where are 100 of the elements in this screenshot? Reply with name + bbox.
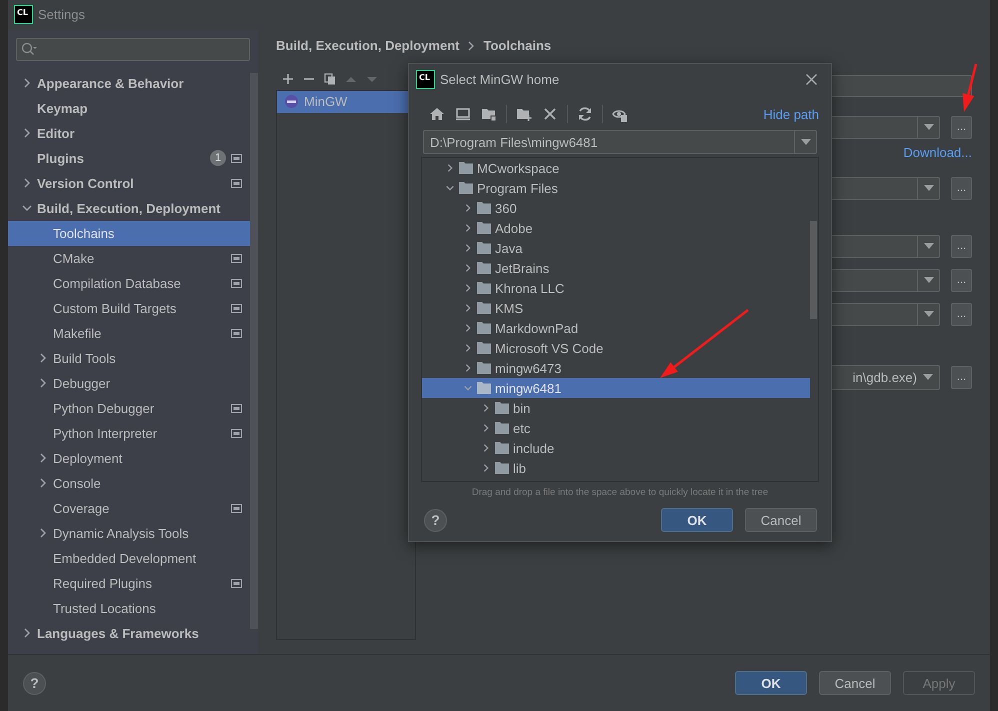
tree-item[interactable]: JetBrains [422, 258, 810, 278]
sidebar-item[interactable]: Languages & Frameworks [8, 620, 250, 646]
folder-icon[interactable] [481, 106, 497, 122]
chevron-right-icon[interactable] [463, 363, 473, 373]
chevron-right-icon[interactable] [463, 323, 473, 333]
tree-item[interactable]: 360 [422, 198, 810, 218]
dropdown-arrow-icon[interactable] [924, 185, 934, 192]
refresh-icon[interactable] [577, 106, 593, 122]
search-field[interactable] [16, 38, 250, 61]
sidebar-item[interactable]: Toolchains [8, 220, 250, 246]
tree-item[interactable]: Khrona LLC [422, 278, 810, 298]
scrollbar[interactable] [810, 221, 817, 319]
tree-item[interactable]: MarkdownPad [422, 318, 810, 338]
browse-button[interactable]: ... [951, 268, 972, 292]
ok-button[interactable]: OK [735, 671, 807, 696]
chevron-right-icon[interactable] [481, 423, 491, 433]
dropdown-arrow-icon[interactable] [800, 139, 810, 145]
breadcrumb-item[interactable]: Build, Execution, Deployment [276, 38, 460, 54]
folder-icon [495, 402, 509, 414]
sidebar-item[interactable]: Trusted Locations [8, 596, 250, 621]
tree-item[interactable]: include [422, 438, 810, 458]
sidebar-item[interactable]: Plugins 1 [8, 146, 250, 171]
copy-icon[interactable] [324, 72, 336, 85]
dropdown-arrow-icon[interactable] [924, 243, 934, 250]
sidebar-item[interactable]: Debugger [8, 370, 250, 396]
sidebar-item[interactable]: Python Interpreter [8, 420, 250, 446]
dialog-button[interactable]: Cancel [819, 671, 891, 696]
chevron-right-icon[interactable] [481, 403, 491, 413]
sidebar-item[interactable]: Python Debugger [8, 396, 250, 421]
home-icon[interactable] [429, 106, 445, 122]
browse-button[interactable]: ... [951, 176, 972, 200]
chevron-right-icon[interactable] [463, 223, 473, 233]
folder-icon [477, 362, 491, 374]
chevron-right-icon[interactable] [445, 163, 455, 173]
tree-item[interactable]: Microsoft VS Code [422, 338, 810, 358]
chevron-right-icon[interactable] [463, 243, 473, 253]
chevron-right-icon[interactable] [463, 343, 473, 353]
chevron-down-icon[interactable] [445, 183, 455, 193]
sidebar-item[interactable]: Dynamic Analysis Tools [8, 520, 250, 546]
dialog-title: Select MinGW home [440, 72, 560, 86]
chevron-right-icon[interactable] [463, 303, 473, 313]
scrollbar[interactable] [250, 72, 258, 630]
sidebar-item[interactable]: Console [8, 470, 250, 496]
tree-item[interactable]: mingw6481 [422, 378, 810, 398]
help-button[interactable]: ? [23, 672, 46, 695]
folder-icon [477, 322, 491, 334]
sidebar-item[interactable]: Makefile [8, 320, 250, 346]
window-title: Settings [38, 7, 85, 22]
path-field[interactable]: D:\Program Files\mingw6481 [423, 130, 817, 154]
browse-button[interactable]: ... [951, 302, 972, 326]
ok-button[interactable]: OK [661, 508, 733, 532]
tree-item[interactable]: MCworkspace [422, 158, 810, 178]
chevron-right-icon[interactable] [481, 463, 491, 473]
tree-item[interactable]: Java [422, 238, 810, 258]
chevron-right-icon[interactable] [463, 263, 473, 273]
folder-icon [477, 302, 491, 314]
folder-icon [477, 282, 491, 294]
monitor-icon[interactable] [455, 106, 471, 122]
add-icon[interactable] [282, 72, 294, 85]
browse-button[interactable]: ... [951, 234, 972, 258]
sidebar-item[interactable]: CMake [8, 246, 250, 271]
tree-item[interactable]: Adobe [422, 218, 810, 238]
sidebar-item[interactable]: Embedded Development [8, 546, 250, 571]
help-button[interactable]: ? [424, 508, 447, 532]
tree-item[interactable]: KMS [422, 298, 810, 318]
sidebar-item[interactable]: Custom Build Targets [8, 296, 250, 321]
dropdown-arrow-icon[interactable] [924, 311, 934, 318]
folder-icon [477, 242, 491, 254]
sidebar-item[interactable]: Deployment [8, 446, 250, 471]
sidebar-item[interactable]: Required Plugins [8, 570, 250, 596]
new-folder-icon[interactable] [516, 106, 532, 122]
sidebar-item[interactable]: Version Control [8, 170, 250, 196]
dropdown-arrow-icon[interactable] [924, 124, 934, 130]
browse-button[interactable]: ... [951, 366, 972, 389]
tree-item[interactable]: bin [422, 398, 810, 418]
hide-path-link[interactable]: Hide path [763, 106, 819, 122]
sidebar-item[interactable]: Appearance & Behavior [8, 70, 250, 96]
download-link[interactable]: Download... [903, 145, 972, 160]
sidebar-item[interactable]: Compilation Database [8, 270, 250, 296]
tree-item[interactable]: Program Files [422, 178, 810, 198]
chevron-right-icon[interactable] [463, 203, 473, 213]
breadcrumb-item: Toolchains [483, 38, 552, 54]
dialog-button[interactable]: Cancel [745, 508, 817, 532]
sidebar-item[interactable]: Editor [8, 120, 250, 146]
folder-icon [459, 182, 473, 194]
tree-item[interactable]: etc [422, 418, 810, 438]
sidebar-item[interactable]: Coverage [8, 496, 250, 521]
tree-item[interactable]: lib [422, 458, 810, 478]
chevron-right-icon[interactable] [481, 443, 491, 453]
sidebar-item[interactable]: Build, Execution, Deployment [8, 196, 250, 221]
tree-item[interactable]: mingw6473 [422, 358, 810, 378]
browse-button[interactable]: ... [951, 116, 972, 139]
chevron-right-icon[interactable] [463, 283, 473, 293]
sidebar-item[interactable]: Build Tools [8, 346, 250, 371]
close-icon[interactable] [806, 74, 817, 84]
dropdown-arrow-icon[interactable] [924, 277, 934, 284]
folder-icon [495, 442, 509, 454]
dropdown-arrow-icon[interactable] [923, 374, 933, 380]
close-icon[interactable] [542, 106, 558, 122]
sidebar-item[interactable]: Keymap [8, 96, 250, 121]
